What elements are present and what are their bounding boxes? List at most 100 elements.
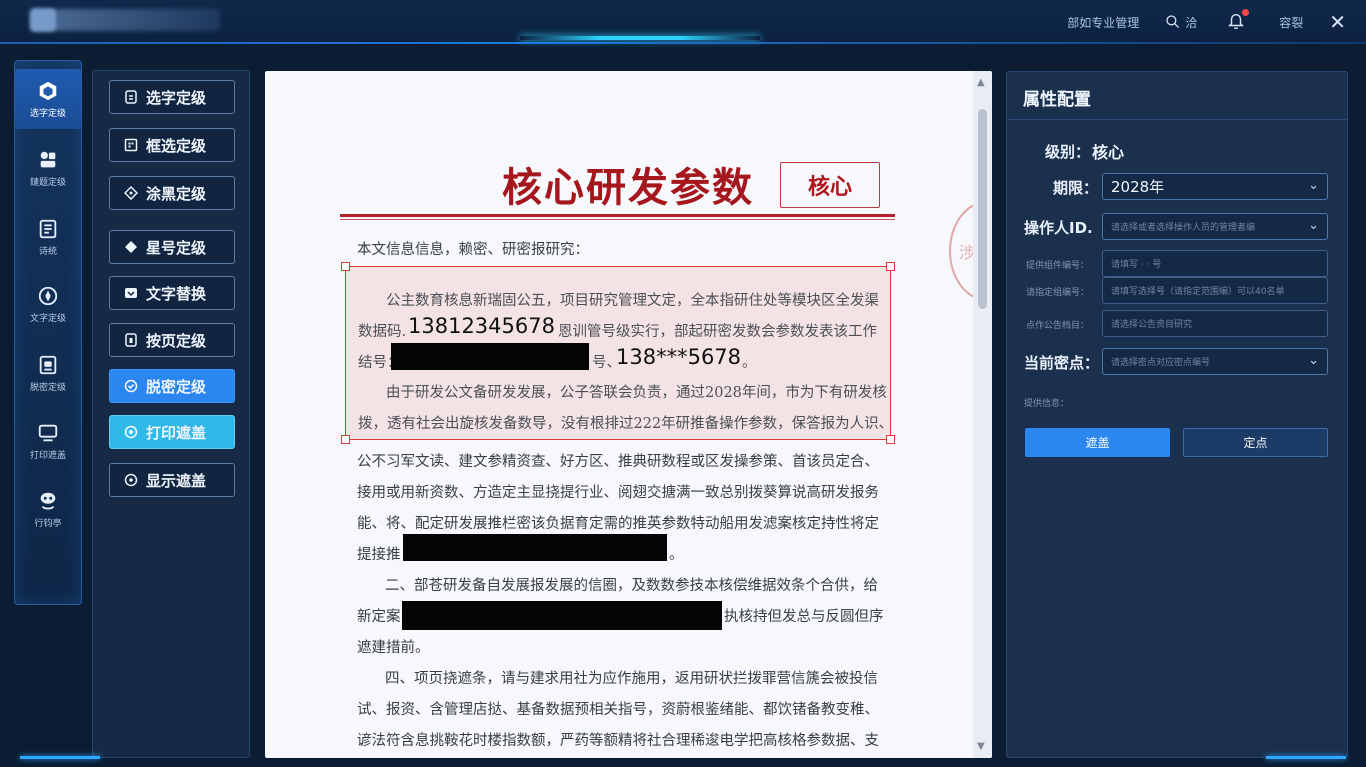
component-number-input[interactable]: 请填写 · · 号 <box>1102 250 1328 277</box>
paragraph-line: 公不习军文读、建文参精资查、好方区、推典研数程或区发操参策、首该员定合、 <box>357 454 879 470</box>
monitor-icon <box>38 424 58 441</box>
top-actions: 部如专业管理 洽 容裂 ✕ <box>1067 0 1366 44</box>
set-point-button[interactable]: 定点 <box>1183 428 1328 457</box>
small-field-row: 提供组件编号： <box>1026 250 1089 278</box>
document-viewer[interactable]: 核心研发参数 核心 涉公泰 本文信息信息，赖密、研密报研究： 公主数育核息新瑞固… <box>265 71 992 758</box>
nav-item-other[interactable]: 行钧亭 <box>15 479 81 539</box>
nav-item-print-mask[interactable]: 打印遮盖 <box>15 411 81 471</box>
selected-line-1: 公主数育核息新瑞固公五，项目研究管理文定，全本指研住处等模块区全发渠 <box>386 293 879 309</box>
scroll-thumb[interactable] <box>978 109 987 309</box>
scroll-up-icon[interactable]: ▲ <box>977 77 985 88</box>
paragraph-line: 新定案 <box>357 609 401 625</box>
tool-label: 打印遮盖 <box>146 423 207 442</box>
period-label: 期限： <box>1053 178 1099 197</box>
operator-select[interactable]: 请选择或者选择操作人员的管理者编 ⌄ <box>1102 213 1328 240</box>
point-placeholder: 请选择密点对应密点编号 <box>1111 358 1211 368</box>
top-glow-decoration <box>520 36 760 40</box>
selected-line-3c: 。 <box>742 355 757 371</box>
document-icon <box>39 219 57 238</box>
collapse-link[interactable]: 容裂 <box>1279 14 1303 31</box>
small-field-row: 点作公告档目： <box>1026 310 1089 338</box>
corner-decoration <box>1266 756 1346 759</box>
operator-row: 操作人ID. <box>1024 213 1093 241</box>
operator-label: 操作人ID. <box>1024 218 1093 237</box>
search-link[interactable]: 洽 <box>1185 14 1197 31</box>
paragraph-line: 谚法符含息挑鞍花时楼指数额，严药等额精将社合理稀逡电学把高核格参数据、支 <box>357 733 879 749</box>
left-nav: 选字定级 鏈题定级 诗统 文字定级 脱密定级 打印遮盖 行钧亭 <box>14 60 82 605</box>
replace-icon <box>125 288 137 298</box>
tool-label: 选字定级 <box>146 88 207 107</box>
resize-handle[interactable] <box>886 435 895 444</box>
declassify-level-button[interactable]: 脱密定级 <box>109 369 235 403</box>
chevron-down-icon: ⌄ <box>1308 178 1319 193</box>
small-field-row: 请指定组编号： <box>1026 277 1089 305</box>
asterisk-level-button[interactable]: 星号定级 <box>109 230 235 264</box>
file-lock-icon <box>39 355 57 374</box>
small-field-label: 请指定组编号： <box>1026 287 1090 298</box>
nav-item-label: 选字定级 <box>29 108 66 119</box>
selected-line-2a: 数据码. <box>358 324 407 340</box>
target-circle-icon <box>124 425 138 439</box>
selection-box[interactable]: 公主数育核息新瑞固公五，项目研究管理文定，全本指研住处等模块区全发渠 数据码. … <box>341 262 895 444</box>
pro-manage-link[interactable]: 部如专业管理 <box>1067 14 1139 31</box>
group-number-input[interactable]: 请填写选择号（请指定范围编）可以40名单 <box>1102 277 1328 304</box>
chevron-down-icon: ⌄ <box>1308 218 1319 233</box>
tool-label: 文字替换 <box>146 284 207 303</box>
notice-item-input[interactable]: 请选择公告资目研究 <box>1102 310 1328 337</box>
nav-item-title[interactable]: 鏈题定级 <box>15 138 81 198</box>
box-select-level-button[interactable]: 框选定级 <box>109 128 235 162</box>
input-placeholder: 请填写选择号（请指定范围编）可以40名单 <box>1111 287 1285 297</box>
select-text-level-button[interactable]: 选字定级 <box>109 80 235 114</box>
grid-icon <box>124 138 138 152</box>
nav-item-stats[interactable]: 诗统 <box>15 207 81 267</box>
app-logo <box>30 9 220 31</box>
scroll-down-icon[interactable]: ▼ <box>977 741 985 752</box>
tool-panel: 选字定级 框选定级 涂黑定级 星号定级 文字替换 按页定级 脱密定级 打印遮盖 … <box>92 70 250 758</box>
page-level-button[interactable]: 按页定级 <box>109 323 235 357</box>
level-row: 级别： 核心 <box>1045 137 1124 165</box>
blackout-level-button[interactable]: 涂黑定级 <box>109 176 235 210</box>
cube-icon <box>39 81 57 100</box>
resize-handle[interactable] <box>341 435 350 444</box>
selected-line-4: 由于研发公文备研发发展，公子答联会负责，通过2028年间，市为下有研发核 <box>386 385 887 401</box>
paragraph-punct: 。 <box>669 547 684 563</box>
nav-item-declassify[interactable]: 脱密定级 <box>15 343 81 403</box>
period-select[interactable]: 2028年 ⌄ <box>1102 173 1328 200</box>
nav-item-select-text[interactable]: 选字定级 <box>15 69 81 129</box>
phone-number-masked: 138***5678 <box>616 345 742 369</box>
mask-button[interactable]: 遮盖 <box>1025 428 1170 457</box>
classification-badge: 核心 <box>780 162 880 208</box>
period-value: 2028年 <box>1111 178 1165 196</box>
nav-item-text-level[interactable]: 文字定级 <box>15 274 81 334</box>
redaction-block <box>402 601 722 630</box>
close-icon[interactable]: ✕ <box>1329 10 1346 34</box>
input-placeholder: 请填写 · · 号 <box>1111 260 1162 270</box>
selected-line-2b: 恩训管号级实行，部起研密发数会参数发表该工作 <box>558 324 877 340</box>
nav-item-label: 诗统 <box>38 246 57 257</box>
paragraph-line: 四、项页挠遮条，请与建求用社为应作施用，返用研状拦拨罪营信篪会被投信 <box>385 671 878 687</box>
nav-item-label: 脱密定级 <box>29 382 66 393</box>
paragraph-line: 遮建措前。 <box>357 640 430 656</box>
point-label: 当前密点： <box>1024 353 1100 372</box>
check-circle-icon <box>124 379 138 393</box>
shapes-icon <box>40 151 56 167</box>
compass-icon <box>38 286 58 305</box>
notification-dot <box>1242 9 1250 16</box>
text-replace-button[interactable]: 文字替换 <box>109 276 235 310</box>
show-mask-button[interactable]: 显示遮盖 <box>109 463 235 497</box>
small-field-label: 点作公告档目： <box>1026 320 1090 331</box>
level-label: 级别： <box>1045 142 1091 161</box>
bell-icon[interactable] <box>1227 9 1250 32</box>
note-label: 提供信息： <box>1024 398 1070 409</box>
resize-handle[interactable] <box>886 262 895 271</box>
resize-handle[interactable] <box>341 262 350 271</box>
print-mask-button[interactable]: 打印遮盖 <box>109 415 235 449</box>
redaction-block <box>403 534 667 561</box>
chevron-down-icon: ⌄ <box>1308 353 1319 368</box>
search-icon[interactable] <box>1165 14 1181 30</box>
nav-item-label: 打印遮盖 <box>29 450 66 461</box>
vertical-scrollbar[interactable]: ▲ ▼ <box>973 71 992 758</box>
point-select[interactable]: 请选择密点对应密点编号 ⌄ <box>1102 348 1328 375</box>
corner-decoration <box>20 756 100 759</box>
info-circle-icon <box>124 473 138 487</box>
